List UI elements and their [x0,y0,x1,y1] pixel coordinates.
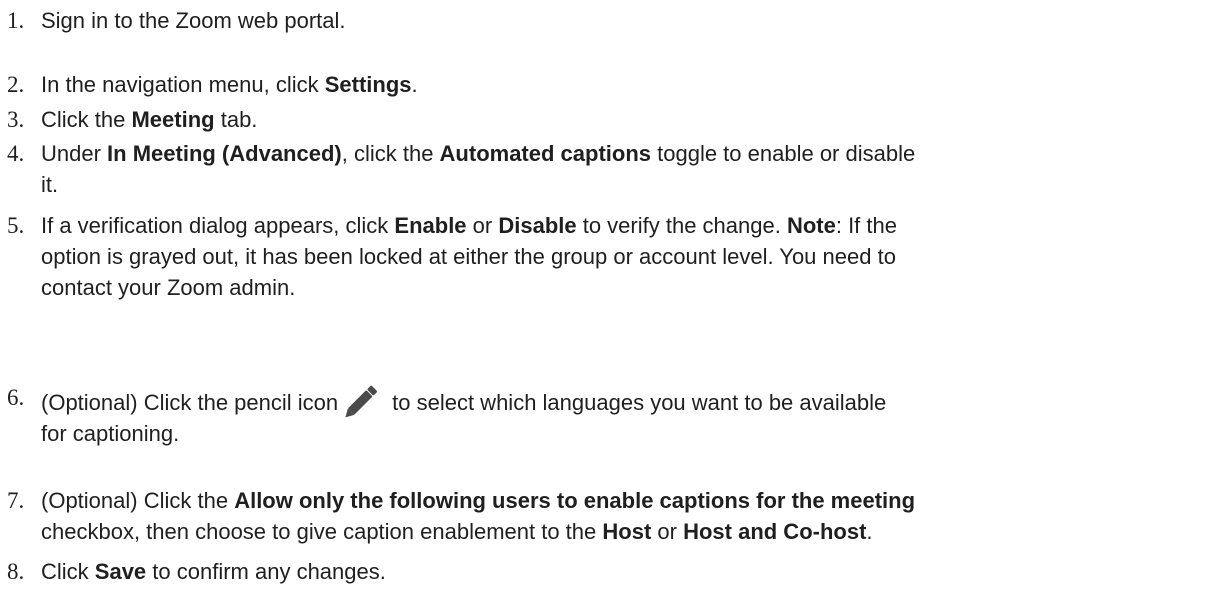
bold-term-note: Note [786,213,836,238]
bold-term-automated-captions: Automated captions [439,141,652,166]
step-text: Under In Meeting (Advanced), click the A… [41,138,1191,200]
text-run: Under [41,141,108,166]
bold-term-allow-only-users: Allow only the following users to enable… [234,488,916,513]
text-run: : If the [835,213,897,238]
step-text: Click Save to confirm any changes. [41,556,1191,587]
step-number: 6. [7,385,25,410]
text-run: Click [41,559,95,584]
text-run: option is grayed out, it has been locked… [41,244,896,269]
text-run: (Optional) Click the pencil icon [41,390,339,415]
bold-term-save: Save [94,559,147,584]
text-run: to confirm any changes. [146,559,386,584]
text-run: If a verification dialog appears, click [41,213,395,238]
text-run: , click the [341,141,440,166]
text-run: (Optional) Click the [41,488,235,513]
text-run: Sign in to the Zoom web portal. [41,8,346,33]
text-run: it. [41,172,59,197]
text-run: . [866,519,873,544]
step-text: Click the Meeting tab. [41,104,1191,135]
bold-term-meeting: Meeting [131,107,215,132]
step-text: Sign in to the Zoom web portal. [41,5,1191,36]
bold-term-host-and-co-host: Host and Co-host [683,519,867,544]
pencil-icon [342,382,382,418]
step-number: 2. [7,72,25,97]
text-run: to verify the change. [576,213,787,238]
bold-term-in-meeting-advanced: In Meeting (Advanced) [107,141,342,166]
text-run: to select which languages you want to be… [392,390,887,415]
step-number: 3. [7,107,25,132]
step-text: (Optional) Click the Allow only the foll… [41,485,1191,547]
text-run: toggle to enable or disable [651,141,916,166]
step-number: 1. [7,8,25,33]
bold-term-settings: Settings [324,72,412,97]
text-run: In the navigation menu, click [41,72,325,97]
text-run: Click the [41,107,132,132]
bold-term-host: Host [602,519,652,544]
step-text: In the navigation menu, click Settings. [41,69,1191,100]
step-number: 4. [7,141,25,166]
text-run: . [411,72,418,97]
text-run: for captioning. [41,421,180,446]
step-number: 5. [7,213,25,238]
step-number: 8. [7,559,25,584]
bold-term-enable: Enable [394,213,467,238]
step-text: (Optional) Click the pencil icon to selec… [41,382,1191,449]
bold-term-disable: Disable [498,213,577,238]
text-run: checkbox, then choose to give caption en… [41,519,603,544]
text-run: or [651,519,684,544]
step-number: 7. [7,488,25,513]
step-text: If a verification dialog appears, click … [41,210,1191,303]
text-run: tab. [214,107,258,132]
text-run: or [466,213,499,238]
text-run: contact your Zoom admin. [41,275,296,300]
